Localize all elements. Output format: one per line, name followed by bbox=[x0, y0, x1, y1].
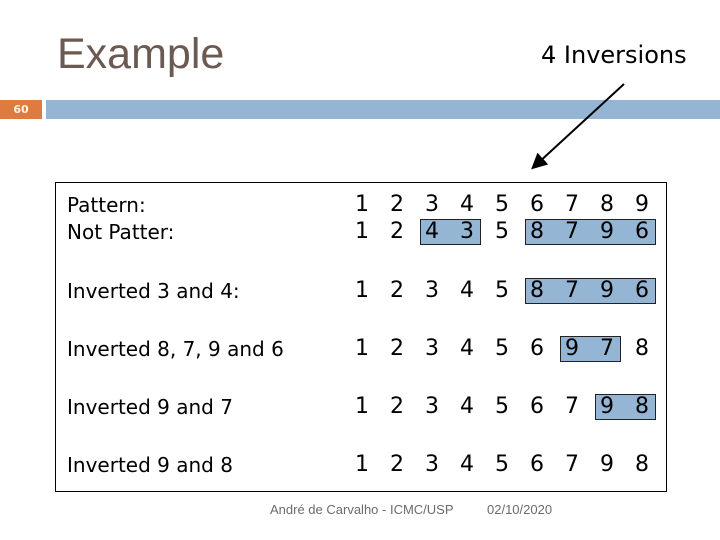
slide-title: Example bbox=[57, 30, 225, 78]
header-bar bbox=[46, 100, 720, 119]
sequence-digit: 9 bbox=[565, 336, 579, 361]
sequence-digit: 8 bbox=[530, 278, 544, 303]
sequence-digit: 4 bbox=[460, 278, 474, 303]
sequence-digit: 3 bbox=[425, 394, 439, 419]
sequence-digit: 1 bbox=[355, 278, 369, 303]
sequence-digit: 8 bbox=[635, 452, 649, 477]
sequence-digit: 9 bbox=[600, 278, 614, 303]
sequence-digit: 5 bbox=[495, 219, 509, 244]
row-label: Inverted 9 and 8 bbox=[67, 453, 233, 477]
sequence-digit: 4 bbox=[425, 219, 439, 244]
sequence-digit: 2 bbox=[390, 452, 404, 477]
sequence-digit: 8 bbox=[635, 394, 649, 419]
sequence-digit: 7 bbox=[565, 278, 579, 303]
sequence-digit: 2 bbox=[390, 336, 404, 361]
sequence-digit: 7 bbox=[565, 219, 579, 244]
sequence-digit: 2 bbox=[390, 192, 404, 217]
sequence-digit: 9 bbox=[635, 192, 649, 217]
sequence-digit: 5 bbox=[495, 336, 509, 361]
sequence-digit: 6 bbox=[530, 336, 544, 361]
sequence-digit: 2 bbox=[390, 278, 404, 303]
sequence-digit: 4 bbox=[460, 336, 474, 361]
sequence-digit: 2 bbox=[390, 394, 404, 419]
sequence-digit: 4 bbox=[460, 394, 474, 419]
sequence-digit: 5 bbox=[495, 278, 509, 303]
sequence-digit: 6 bbox=[530, 394, 544, 419]
inversions-callout: 4 Inversions bbox=[541, 41, 687, 69]
row-label: Inverted 3 and 4: bbox=[67, 279, 240, 303]
sequence-digit: 6 bbox=[530, 192, 544, 217]
row-label: Inverted 8, 7, 9 and 6 bbox=[67, 337, 284, 361]
sequence-digit: 6 bbox=[635, 278, 649, 303]
sequence-digit: 7 bbox=[600, 336, 614, 361]
sequence-digit: 1 bbox=[355, 219, 369, 244]
sequence-digit: 5 bbox=[495, 452, 509, 477]
sequence-digit: 7 bbox=[565, 192, 579, 217]
sequence-digit: 8 bbox=[530, 219, 544, 244]
sequence-digit: 8 bbox=[600, 192, 614, 217]
sequence-digit: 3 bbox=[425, 278, 439, 303]
sequence-digit: 6 bbox=[635, 219, 649, 244]
sequence-digit: 7 bbox=[565, 394, 579, 419]
sequence-digit: 3 bbox=[460, 219, 474, 244]
sequence-digit: 1 bbox=[355, 336, 369, 361]
sequence-digit: 5 bbox=[495, 394, 509, 419]
sequence-digit: 8 bbox=[635, 336, 649, 361]
sequence-digit: 4 bbox=[460, 192, 474, 217]
sequence-digit: 5 bbox=[495, 192, 509, 217]
sequence-digit: 3 bbox=[425, 336, 439, 361]
sequence-digit: 9 bbox=[600, 219, 614, 244]
slide-number: 60 bbox=[0, 100, 42, 119]
row-label: Inverted 9 and 7 bbox=[67, 395, 233, 419]
sequence-digit: 3 bbox=[425, 452, 439, 477]
sequence-digit: 1 bbox=[355, 192, 369, 217]
sequence-digit: 7 bbox=[565, 452, 579, 477]
sequence-digit: 2 bbox=[390, 219, 404, 244]
sequence-digit: 3 bbox=[425, 192, 439, 217]
footer-date: 02/10/2020 bbox=[487, 502, 553, 517]
row-label: Not Patter: bbox=[67, 220, 175, 244]
sequence-digit: 9 bbox=[600, 452, 614, 477]
sequence-digit: 4 bbox=[460, 452, 474, 477]
footer-author: André de Carvalho - ICMC/USP bbox=[270, 502, 454, 517]
sequence-digit: 1 bbox=[355, 394, 369, 419]
sequence-digit: 1 bbox=[355, 452, 369, 477]
row-label: Pattern: bbox=[67, 193, 146, 217]
sequence-digit: 6 bbox=[530, 452, 544, 477]
sequence-digit: 9 bbox=[600, 394, 614, 419]
